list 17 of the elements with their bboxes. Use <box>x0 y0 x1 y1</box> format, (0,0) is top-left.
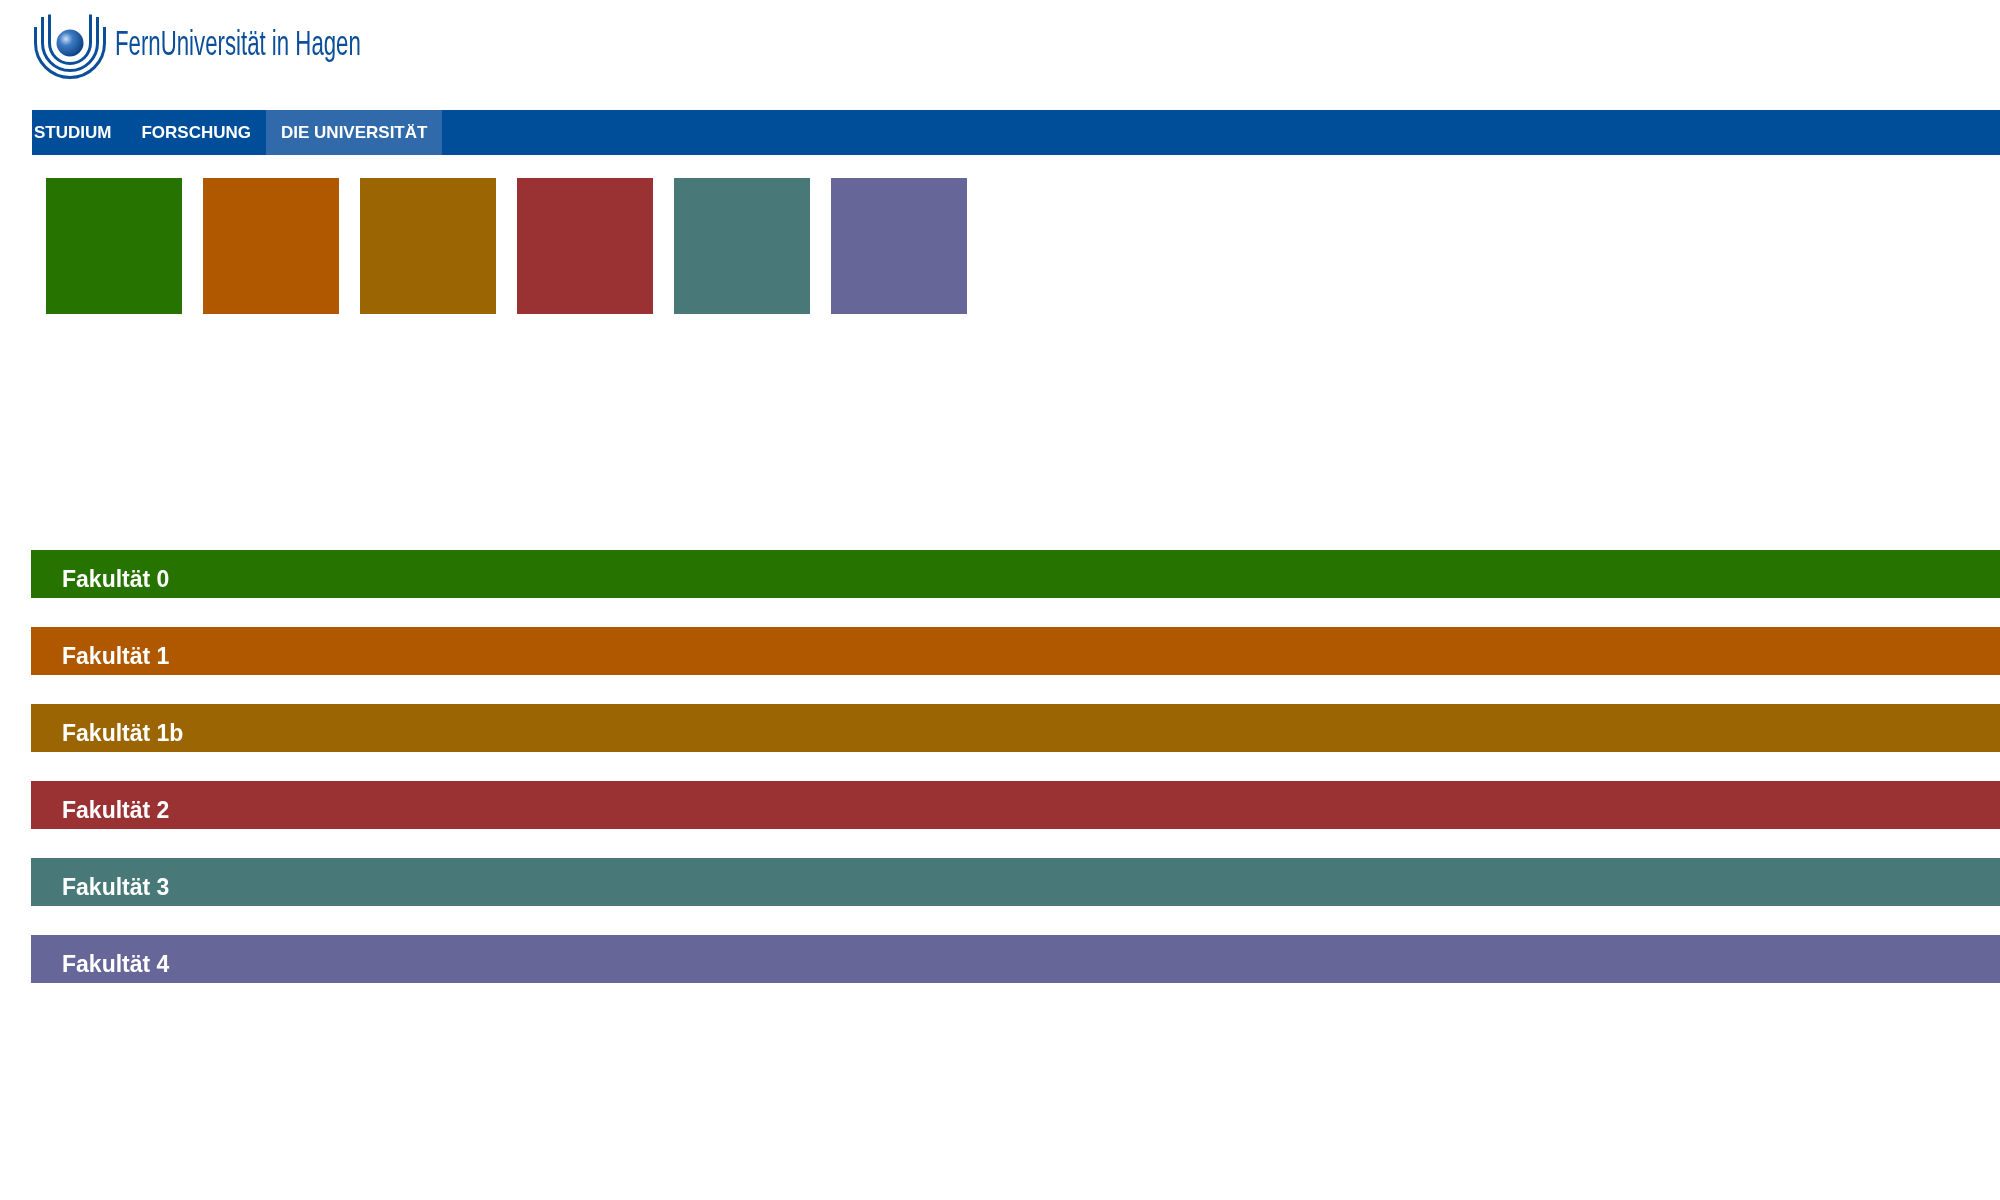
color-tile[interactable] <box>517 178 653 314</box>
logo-text: FernUniversität in Hagen <box>115 24 361 62</box>
section-heading: Fakultät 1 <box>31 627 2000 675</box>
color-tile[interactable] <box>674 178 810 314</box>
nav-link[interactable]: FORSCHUNG <box>126 110 266 155</box>
color-tile[interactable] <box>46 178 182 314</box>
nav-link[interactable]: DIE UNIVERSITÄT <box>266 110 443 155</box>
section-heading: Fakultät 3 <box>31 858 2000 906</box>
section-heading: Fakultät 1b <box>31 704 2000 752</box>
logo-icon <box>34 13 106 79</box>
color-tile[interactable] <box>360 178 496 314</box>
section-heading: Fakultät 2 <box>31 781 2000 829</box>
color-tile[interactable] <box>203 178 339 314</box>
nav-link[interactable]: STUDIUM <box>32 110 127 155</box>
section-heading: Fakultät 4 <box>31 935 2000 983</box>
section-heading: Fakultät 0 <box>31 550 2000 598</box>
color-tile[interactable] <box>831 178 967 314</box>
